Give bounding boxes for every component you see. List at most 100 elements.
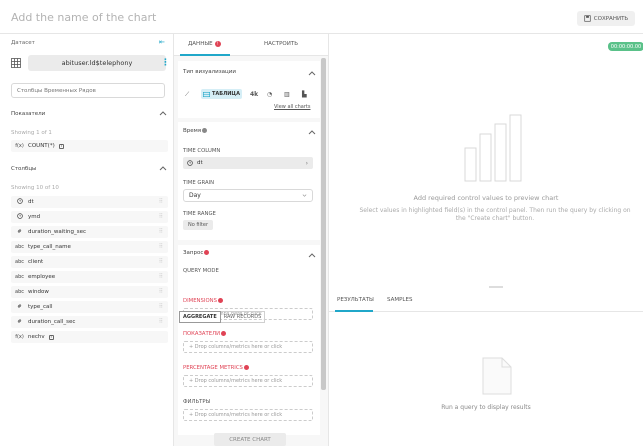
save-icon [584, 15, 591, 22]
query-mode-toggle: AGGREGATE RAW RECORDS [179, 311, 266, 323]
chevron-up-icon[interactable] [308, 129, 316, 135]
dataset-menu-icon[interactable]: ⋮ [161, 58, 170, 68]
vis-type-title: Тип визуализации [183, 69, 236, 75]
clock-icon [15, 213, 24, 221]
string-type-icon: abc [15, 244, 24, 250]
metrics-label: ПОКАЗАТЕЛИ [183, 331, 227, 337]
view-all-charts-link[interactable]: View all charts [274, 104, 311, 110]
error-icon [204, 250, 210, 255]
scrollbar[interactable] [321, 58, 326, 390]
time-grain-label: TIME GRAIN [183, 180, 215, 186]
metric-name: COUNT(*) [28, 143, 55, 149]
column-name: employee [28, 274, 56, 280]
aggregate-mode-button[interactable]: AGGREGATE [179, 311, 221, 323]
drag-handle-icon[interactable]: ⠿ [159, 243, 164, 250]
function-icon: f(x) [15, 143, 24, 149]
chevron-right-icon: › [305, 159, 308, 167]
time-grain-select[interactable]: Day [183, 189, 313, 202]
drag-handle-icon[interactable]: ⠿ [159, 228, 164, 235]
dataset-name[interactable]: abituser.ld$telephony [28, 55, 166, 71]
column-item[interactable]: # type_call ⠿ [11, 301, 168, 313]
results-tabs: РЕЗУЛЬТАТЫ SAMPLES [329, 290, 643, 312]
chevron-up-icon[interactable] [308, 252, 316, 258]
column-item[interactable]: abc type_call_name ⠿ [11, 241, 168, 253]
time-column-select[interactable]: dt › [183, 157, 313, 169]
error-icon [217, 298, 223, 303]
big-number-option[interactable]: 4k [250, 91, 258, 98]
line-chart-icon[interactable]: ⟋ [185, 91, 189, 99]
vis-table-option[interactable]: ТАБЛИЦА [201, 89, 242, 99]
bar-chart-icon[interactable]: ▥ [284, 91, 290, 98]
columns-section-title[interactable]: Столбцы [11, 166, 36, 172]
numeric-type-icon: # [17, 304, 22, 310]
tab-samples[interactable]: SAMPLES [387, 297, 412, 303]
time-section-title: Время [183, 128, 208, 134]
string-type-icon: abc [15, 289, 24, 295]
column-name: nechv [28, 334, 45, 340]
error-icon [243, 365, 249, 370]
metrics-section-title[interactable]: Показатели [11, 111, 45, 117]
percentage-metrics-drop-zone[interactable]: + Drop columns/metrics here or click [183, 375, 313, 387]
drag-handle-icon[interactable]: ⠿ [159, 213, 164, 220]
drag-handle-icon[interactable]: ⠿ [159, 303, 164, 310]
drag-handle-icon[interactable]: ⠿ [159, 273, 164, 280]
create-chart-button[interactable]: CREATE CHART [214, 433, 286, 446]
time-card: Время TIME COLUMN dt › TIME GRAIN Day TI… [178, 122, 320, 240]
column-name: type_call [28, 304, 53, 310]
info-icon: i [58, 143, 64, 149]
column-search-input[interactable] [11, 83, 165, 98]
info-icon [202, 128, 208, 133]
pie-chart-icon[interactable]: ◔ [267, 91, 272, 98]
resize-handle[interactable] [489, 286, 503, 288]
drag-handle-icon[interactable]: ⠿ [159, 198, 164, 205]
collapse-panel-icon[interactable]: ⇤ [159, 38, 165, 46]
chart-name-input[interactable]: Add the name of the chart [11, 11, 156, 24]
time-range-chip[interactable]: No filter [183, 220, 213, 230]
column-name: window [28, 289, 49, 295]
drag-handle-icon[interactable]: ⠿ [159, 258, 164, 265]
tab-results[interactable]: РЕЗУЛЬТАТЫ [337, 297, 374, 303]
filters-drop-zone[interactable]: + Drop columns/metrics here or click [183, 409, 313, 421]
drag-handle-icon[interactable]: ⠿ [159, 318, 164, 325]
query-mode-label: QUERY MODE [183, 268, 219, 274]
drag-handle-icon[interactable]: ⠿ [159, 288, 164, 295]
column-item[interactable]: abc window ⠿ [11, 286, 168, 298]
column-name: dt [28, 199, 34, 205]
column-item[interactable]: abc employee ⠿ [11, 271, 168, 283]
control-tabs: ДАННЫЕ! НАСТРОИТЬ [174, 34, 328, 56]
metrics-drop-zone[interactable]: + Drop columns/metrics here or click [183, 341, 313, 353]
dimensions-label: DIMENSIONS [183, 298, 223, 304]
chevron-up-icon[interactable] [159, 110, 167, 116]
query-section-title: Запрос [183, 250, 210, 256]
column-item[interactable]: # duration_waiting_sec ⠿ [11, 226, 168, 238]
area-chart-icon[interactable]: ▙ [302, 91, 307, 98]
time-column-label: TIME COLUMN [183, 148, 221, 154]
time-range-label: TIME RANGE [183, 211, 216, 217]
column-item[interactable]: f(x) nechv i [11, 331, 168, 343]
metric-item[interactable]: f(x) COUNT(*) i [11, 140, 168, 152]
save-button[interactable]: СОХРАНИТЬ [577, 11, 635, 26]
numeric-type-icon: # [17, 229, 22, 235]
column-name: ymd [28, 214, 41, 220]
query-timer: 00:00:00.00 [608, 42, 643, 51]
tab-data[interactable]: ДАННЫЕ! [188, 41, 221, 47]
column-item[interactable]: # duration_call_sec ⠿ [11, 316, 168, 328]
header: Add the name of the chart СОХРАНИТЬ [0, 0, 643, 34]
raw-records-mode-button[interactable]: RAW RECORDS [220, 311, 266, 323]
column-name: duration_call_sec [28, 319, 76, 325]
save-label: СОХРАНИТЬ [593, 15, 629, 22]
clock-icon [15, 198, 24, 206]
tab-customize[interactable]: НАСТРОИТЬ [264, 41, 298, 47]
active-tab-indicator [335, 310, 373, 312]
chevron-up-icon[interactable] [308, 70, 316, 76]
column-item[interactable]: dt ⠿ [11, 196, 168, 208]
filters-label: ФИЛЬТРЫ [183, 399, 211, 405]
column-name: client [28, 259, 44, 265]
column-item[interactable]: abc client ⠿ [11, 256, 168, 268]
column-item[interactable]: ymd ⠿ [11, 211, 168, 223]
column-name: type_call_name [28, 244, 71, 250]
preview-placeholder-text: Select values in highlighted field(s) in… [359, 207, 631, 223]
error-icon [221, 331, 227, 336]
columns-count: Showing 10 of 10 [11, 185, 59, 191]
chevron-up-icon[interactable] [159, 165, 167, 171]
